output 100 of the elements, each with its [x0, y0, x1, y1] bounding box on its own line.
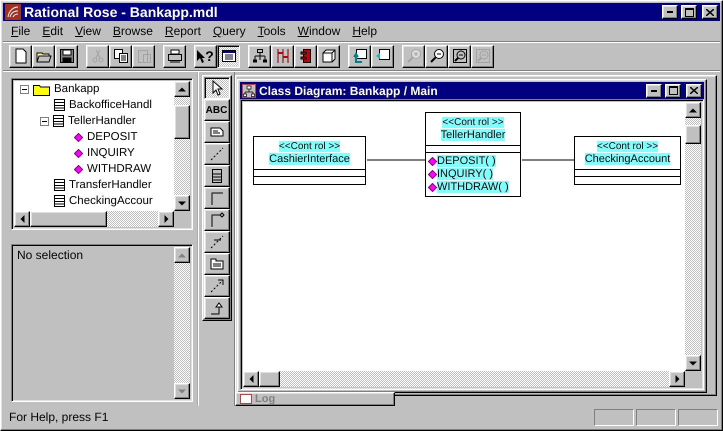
class-name: TellerHandler [440, 129, 506, 141]
dashed-line-icon [208, 146, 224, 162]
arrow-icon [20, 215, 24, 223]
folder-icon [33, 82, 50, 96]
maximize-button[interactable] [665, 84, 681, 98]
generalization-arrow-icon [208, 300, 224, 316]
arrow-icon [178, 252, 186, 258]
dashed-cross-line-icon [208, 234, 224, 250]
menu-item[interactable]: Query [206, 24, 252, 38]
tree-item[interactable]: WITHDRAW [87, 163, 152, 175]
scroll-thumb[interactable] [174, 104, 190, 140]
class-icon [54, 179, 65, 191]
tree-item[interactable]: TellerHandler [68, 115, 136, 127]
class-box[interactable]: <<Cont rol >> CashierInterface [253, 136, 366, 185]
class-box[interactable]: <<Cont rol >> TellerHandler DEPOSIT( ) INQUIRY( ) WITHDRAW( ) [425, 112, 521, 197]
arrow-icon [248, 375, 254, 383]
cube-icon [320, 48, 336, 64]
close-icon [690, 87, 698, 94]
maximize-icon [668, 86, 678, 95]
close-button[interactable] [686, 84, 702, 98]
arrow-icon [164, 215, 168, 223]
corner-line-icon [208, 190, 224, 206]
tree-item[interactable]: DEPOSIT [87, 131, 138, 143]
window-icon [220, 48, 236, 64]
menu-item[interactable]: View [69, 24, 107, 38]
window-icon [240, 394, 252, 404]
class-icon [54, 195, 65, 207]
tree-item[interactable]: TransferHandler [69, 179, 152, 191]
tree-item[interactable]: CheckingAccour [69, 195, 153, 207]
association-line [522, 159, 574, 161]
scroll-thumb[interactable] [259, 371, 280, 387]
scroll-arrow-button[interactable] [174, 195, 190, 211]
status-panel [594, 408, 634, 426]
toolbar-button[interactable] [217, 44, 240, 68]
minus-icon [42, 120, 47, 122]
scroll-thumb[interactable] [30, 211, 107, 227]
scissors-icon [90, 48, 106, 64]
arrow-icon [178, 200, 186, 206]
sequence-icon [274, 48, 290, 64]
menu-item[interactable]: Report [158, 24, 207, 38]
class-icon [53, 115, 64, 127]
pointer-icon [197, 50, 206, 62]
toolbar-button[interactable]: ? [194, 44, 217, 68]
minimize-button[interactable] [662, 5, 678, 19]
class-name: CashierInterface [269, 153, 350, 165]
scroll-arrow-button[interactable] [669, 371, 685, 387]
zoom-in-icon [406, 48, 422, 64]
corner-diamond-line-icon [208, 212, 224, 228]
minimized-window-title: Log [255, 393, 276, 405]
arrow-icon [178, 86, 186, 92]
operation-name: WITHDRAW( ) [437, 181, 509, 193]
rose-logo-icon [5, 4, 21, 20]
status-panel [678, 408, 718, 426]
page-icon [12, 48, 28, 64]
maximize-button[interactable] [681, 5, 697, 19]
minimize-icon [667, 11, 673, 13]
class-box[interactable]: <<Cont rol >> CheckingAccount [574, 136, 681, 185]
arrow-icon [689, 108, 697, 112]
collapse-toggle[interactable] [40, 116, 49, 126]
class-stereotype: <<Cont rol >> [442, 117, 504, 128]
scroll-arrow-button[interactable] [685, 355, 701, 371]
maximize-icon [684, 8, 694, 16]
scroll-thumb[interactable] [685, 125, 701, 144]
scroll-arrow-button[interactable] [685, 102, 701, 118]
scroll-arrow-button[interactable] [14, 211, 30, 227]
status-panel [636, 408, 676, 426]
scroll-arrow-button[interactable] [243, 371, 259, 387]
menu-item[interactable]: Window [292, 24, 346, 38]
menu-item[interactable]: File [5, 24, 36, 38]
arrow-icon [674, 375, 680, 383]
zoom-out-icon [428, 48, 444, 64]
hierarchy-icon [252, 48, 268, 64]
tool-button[interactable]: ABC [204, 99, 230, 121]
class-icon [54, 99, 65, 111]
copy-icon [112, 48, 128, 64]
close-button[interactable] [702, 5, 718, 19]
tool-button[interactable] [204, 77, 230, 99]
association-line [367, 159, 425, 161]
class-name: CheckingAccount [584, 153, 670, 165]
magnifier-icon [452, 48, 468, 64]
menu-item[interactable]: Edit [36, 24, 70, 38]
component-icon [298, 48, 314, 64]
minus-icon [22, 88, 27, 90]
menu-item[interactable]: Tools [252, 24, 292, 38]
scroll-arrow-button[interactable] [158, 211, 174, 227]
scroll-arrow-button[interactable] [174, 81, 190, 97]
minimize-icon [651, 90, 657, 92]
tree-item[interactable]: Bankapp [54, 83, 100, 95]
tree-item[interactable]: BackofficeHandl [69, 99, 152, 111]
tree-item[interactable]: INQUIRY [87, 147, 135, 159]
close-icon [706, 8, 714, 16]
minimize-button[interactable] [646, 84, 662, 98]
class-stereotype: <<Cont rol >> [278, 141, 340, 152]
class-stereotype: <<Cont rol >> [596, 141, 658, 152]
arrow-icon [689, 360, 697, 366]
window-title: Rational Rose - Bankapp.mdl [24, 4, 219, 20]
up-arrow-window-icon [352, 48, 368, 64]
collapse-toggle[interactable] [20, 84, 29, 94]
menu-item[interactable]: Browse [106, 24, 159, 38]
menu-item[interactable]: Help [346, 24, 384, 38]
